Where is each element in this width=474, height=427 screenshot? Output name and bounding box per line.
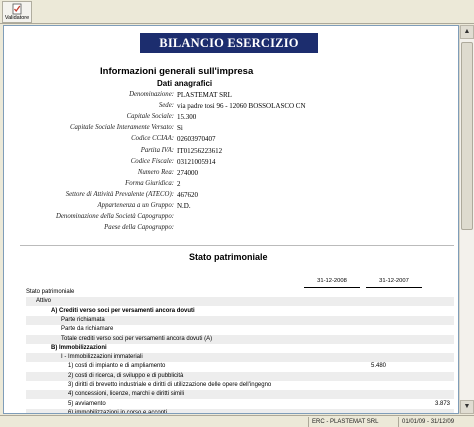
- table-row: Stato patrimoniale: [26, 288, 454, 297]
- field-value: via padre tosi 96 - 12060 BOSSOLASCO CN: [177, 102, 306, 111]
- row-label: B) Immobilizzazioni: [51, 344, 107, 351]
- table-row: B) Immobilizzazioni: [26, 344, 454, 353]
- row-label: 1) costi di impianto e di ampliamento: [68, 363, 166, 370]
- field-label: Denominazione:: [129, 91, 174, 98]
- field-label: Codice CCIAA:: [131, 135, 174, 143]
- field-label: Appartenenza a un Gruppo:: [97, 202, 174, 209]
- scroll-up-arrow-icon[interactable]: ▲: [460, 25, 474, 39]
- section-divider: [20, 245, 454, 246]
- field-value: 274000: [177, 168, 198, 177]
- row-label: 2) costi di ricerca, di sviluppo e di pu…: [68, 372, 184, 379]
- field-value: N.D.: [177, 202, 191, 210]
- column-header-2007: 31-12-2007: [379, 278, 409, 284]
- row-label: Parte richiamata: [61, 316, 105, 323]
- row-label: 4) concessioni, licenze, marchi e diritt…: [68, 391, 185, 398]
- app-window: Validatore BILANCIO ESERCIZIO Informazio…: [0, 0, 474, 427]
- table-row: Totale crediti verso soci per versamenti…: [26, 334, 454, 344]
- info-subtitle: Dati anagrafici: [157, 79, 213, 88]
- row-label: Totale crediti verso soci per versamenti…: [61, 335, 213, 342]
- row-label: A) Crediti verso soci per versamenti anc…: [51, 307, 195, 314]
- field-label: Denominazione della Società Capogruppo:: [56, 213, 174, 221]
- table-row: Parte da richiamare: [26, 325, 454, 334]
- field-label: Sede:: [158, 102, 174, 110]
- field-label: Codice Fiscale:: [130, 157, 174, 165]
- table-row: A) Crediti verso soci per versamenti anc…: [26, 307, 454, 316]
- row-value-2008: 5.480: [370, 363, 386, 370]
- validator-button[interactable]: Validatore: [2, 1, 32, 23]
- row-label: 6) immobilizzazioni in corso e acconti: [68, 409, 168, 414]
- field-label: Paese della Capogruppo:: [104, 224, 174, 232]
- row-label: 5) avviamento: [68, 400, 106, 407]
- status-period: 01/01/09 - 31/12/09: [398, 417, 474, 427]
- validator-label: Validatore: [4, 15, 30, 21]
- field-label: Settore di Attività Prevalente (ATECO):: [65, 190, 174, 198]
- row-label: Parte da richiamare: [61, 326, 114, 333]
- table-row: 5) avviamento 3.873: [26, 400, 454, 409]
- field-value: 2: [177, 179, 181, 188]
- row-label: 3) diritti di brevetto industriale e dir…: [68, 382, 272, 388]
- column-header-2008: 31-12-2008: [317, 278, 347, 284]
- status-bar: ERC - PLASTEMAT SRL 01/01/09 - 31/12/09: [0, 415, 474, 427]
- field-value: IT01256223612: [177, 146, 223, 155]
- info-title: Informazioni generali sull'impresa: [100, 66, 254, 77]
- field-value: Si: [177, 124, 183, 133]
- field-value: PLASTEMAT SRL: [177, 91, 232, 99]
- field-label: Partita IVA:: [140, 146, 174, 154]
- row-label: Stato patrimoniale: [26, 289, 75, 295]
- table-row: 4) concessioni, licenze, marchi e diritt…: [26, 390, 454, 400]
- field-label: Forma Giuridica:: [125, 179, 174, 187]
- scroll-down-arrow-icon[interactable]: ▼: [460, 400, 474, 414]
- toolbar: Validatore: [0, 0, 474, 24]
- checklist-icon: [12, 3, 22, 15]
- table-row: Attivo: [26, 297, 454, 307]
- table-row: Parte richiamata: [26, 315, 454, 325]
- table-row: 2) costi di ricerca, di sviluppo e di pu…: [26, 371, 454, 381]
- field-value: 467620: [177, 190, 198, 199]
- field-label: Capitale Sociale:: [126, 113, 174, 121]
- row-label: Attivo: [36, 298, 52, 305]
- document-viewport[interactable]: BILANCIO ESERCIZIO Informazioni generali…: [3, 25, 459, 414]
- row-value-2007: 3.873: [434, 400, 450, 407]
- field-value: 03121005914: [177, 157, 216, 166]
- status-empty-cell: [0, 417, 308, 427]
- row-label: I - Immobilizzazioni immateriali: [61, 354, 143, 361]
- table-row: 6) immobilizzazioni in corso e acconti: [26, 408, 454, 414]
- balance-sheet-title: Stato patrimoniale: [189, 252, 268, 262]
- field-value: 15.300: [177, 113, 197, 122]
- table-row: I - Immobilizzazioni immateriali: [26, 353, 454, 363]
- field-label: Numero Rea:: [137, 168, 174, 176]
- table-row: 3) diritti di brevetto industriale e dir…: [26, 381, 454, 390]
- report-banner: BILANCIO ESERCIZIO: [140, 33, 318, 53]
- vertical-scrollbar[interactable]: ▲ ▼: [459, 25, 474, 414]
- status-app-info: ERC - PLASTEMAT SRL: [308, 417, 398, 427]
- scroll-thumb[interactable]: [461, 42, 473, 230]
- field-value: 02603970407: [177, 135, 216, 144]
- table-row: 1) costi di impianto e di ampliamento 5.4…: [26, 362, 454, 371]
- field-label: Capitale Sociale Interamente Versato:: [69, 124, 174, 132]
